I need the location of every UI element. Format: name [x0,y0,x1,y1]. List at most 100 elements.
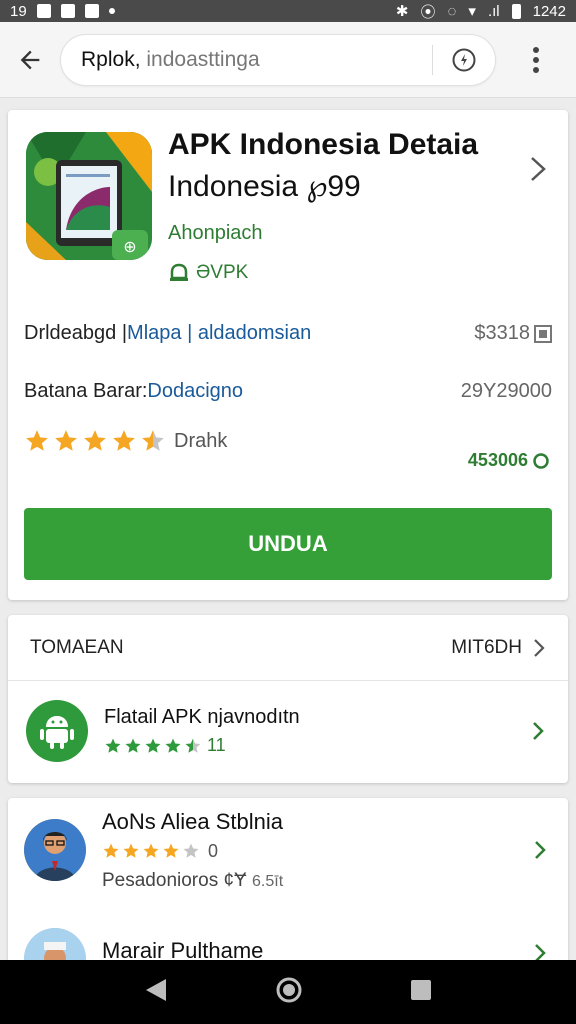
rating-stars [24,428,166,454]
mail-icon [84,4,99,18]
similar-more[interactable]: MIT6DH [451,637,546,659]
info-row: Drldeabgd | Mlapa | aldadomsian $3318 [24,322,552,345]
dot-icon [108,8,115,14]
more-vert-icon [533,46,539,73]
rating-count: 11 [207,735,226,755]
nav-recents-button[interactable] [410,979,432,1006]
app-detail-card: ⊕ APK Indonesia Detaia Indonesia ℘99 Aho… [8,110,568,600]
similar-header[interactable]: TOMAEAN MIT6DH [8,615,568,681]
url-host: indoasttinga [140,47,260,71]
install-button[interactable]: UNDUA [24,508,552,580]
wifi-icon: ▾ [468,3,476,20]
star-full-icon [123,843,139,858]
status-time-right: 1242 [532,2,566,20]
address-bar[interactable]: Rplok, indoasttinga [60,33,496,86]
android-tablet-icon: ⊕ [26,132,152,260]
app-title-line1: APK Indonesia Detaia [168,128,479,161]
svg-text:⊕: ⊕ [123,237,136,256]
back-button[interactable] [0,30,60,90]
similar-more-label: MIT6DH [451,636,522,658]
info-end-value: $3318 [474,322,530,344]
nav-back-button[interactable] [144,977,168,1008]
grid-icon [534,324,552,343]
star-half-icon [185,738,201,753]
app-icon[interactable]: ⊕ [26,132,152,260]
star-full-icon [103,843,119,858]
star-full-icon [105,738,121,753]
info-link[interactable]: Mlapa | aldadomsian [127,322,311,345]
download-count-value: 453006 [467,450,528,470]
alarm-icon: ◌ [447,2,457,20]
app-item-rating: 0 [102,841,528,862]
similar-item-rating: 11 [104,735,526,756]
android-icon [26,700,88,762]
star-full-icon [26,430,48,451]
list-item[interactable]: AoNs Aliea Stblnia 0 Pesadonioros ¢Ɏ 6.5… [8,798,568,902]
signal-icon: .ıl [487,2,500,20]
list-item[interactable]: Flatail APK njavnodıtn 11 [8,681,568,781]
category-label: Batana Barar: [24,380,148,402]
refresh-circle-icon [533,452,549,469]
system-nav-bar [0,960,576,1024]
star-full-icon [84,430,106,451]
similar-header-title: TOMAEAN [30,636,124,658]
star-full-icon [143,843,159,858]
battery-icon [511,3,521,19]
similar-item-title: Flatail APK njavnodıtn [104,706,300,728]
avatar [24,819,86,881]
rating-stars [104,737,202,755]
app-item-subvalue: 6.5īt [252,872,284,890]
rating-label: Drahk [174,429,228,452]
star-full-icon [163,843,179,858]
app-item-subtitle-text: Pesadonioros ¢Ɏ [102,869,247,891]
status-bar: 19 ✱ ⦿ ◌ ▾ .ıl 1242 [0,0,576,22]
browser-toolbar: Rplok, indoasttinga [0,22,576,98]
rating-count: 0 [208,840,219,861]
page-info-button[interactable] [433,34,495,86]
chevron-right-icon [533,722,544,740]
app-title: APK Indonesia Detaia Indonesia ℘99 [168,124,518,208]
star-empty-icon [183,843,199,858]
star-full-icon [125,738,141,753]
category-row: Batana Barar: Dodacigno 29Y29000 [24,380,552,403]
category-link[interactable]: Dodacigno [147,380,243,403]
square-recents-icon [411,979,432,1000]
rating-stars [102,842,200,860]
download-count: 453006 [468,450,550,471]
status-time-left: 19 [10,2,27,20]
star-half-icon [142,430,164,451]
chevron-right-icon [531,157,546,181]
info-end: $3318 [474,322,552,345]
apk-bell-icon [170,263,188,281]
star-full-icon [145,738,161,753]
image-icon [60,4,75,18]
similar-item-chevron[interactable] [526,720,550,742]
location-icon: ⦿ [420,3,436,21]
info-prefix: Drldeabgd | [24,322,128,344]
notification-icon [36,4,51,18]
developer-name[interactable]: Ahonpiach [168,222,263,245]
triangle-back-icon [145,978,166,1001]
app-detail-chevron[interactable] [526,154,550,189]
circle-home-icon [276,977,302,1002]
url-text[interactable]: Rplok, indoasttinga [81,48,260,72]
info-circle-icon [452,48,476,71]
app-item-subtitle: Pesadonioros ¢Ɏ 6.5īt [102,870,528,892]
url-path: Rplok, [81,47,141,71]
apk-badge: ƏVPK [168,262,248,284]
bluetooth-icon: ✱ [395,3,409,20]
arrow-left-icon [20,50,40,69]
nav-home-button[interactable] [275,976,303,1009]
chevron-right-icon [535,841,546,859]
app-item-chevron[interactable] [528,928,552,964]
more-menu-button[interactable] [496,30,576,90]
app-item-title: AoNs Aliea Stblnia [102,808,283,834]
chevron-right-icon [534,638,545,657]
app-item-chevron[interactable] [528,839,552,861]
similar-apps-card: TOMAEAN MIT6DH Flatail APK njavnodıtn 11 [8,615,568,783]
apk-badge-text: ƏVPK [196,262,249,283]
star-full-icon [55,430,77,451]
star-full-icon [113,430,135,451]
star-full-icon [165,738,181,753]
app-title-line2: Indonesia ℘99 [168,170,361,203]
